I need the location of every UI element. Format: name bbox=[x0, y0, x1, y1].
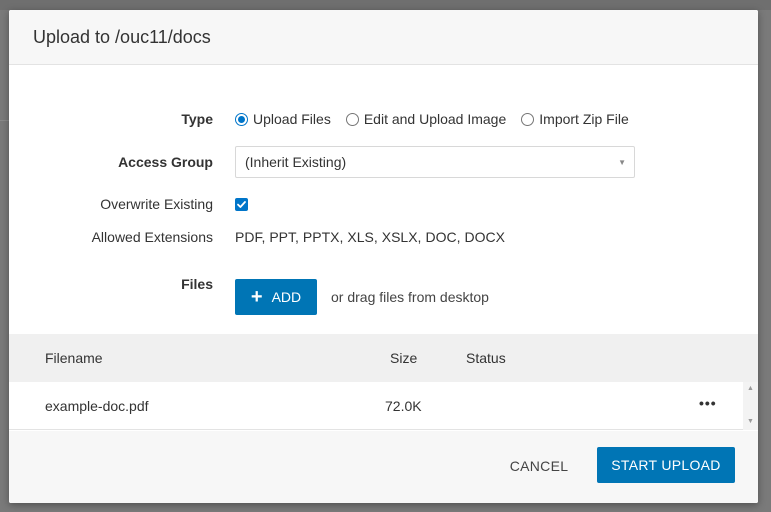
extension-item: DOC, bbox=[425, 229, 461, 245]
column-size: Size bbox=[390, 350, 418, 366]
radio-label: Import Zip File bbox=[539, 111, 629, 127]
radio-label: Upload Files bbox=[253, 111, 331, 127]
scrollbar[interactable]: ▲ ▼ bbox=[743, 382, 758, 430]
dialog-header: Upload to /ouc11/docs bbox=[9, 10, 758, 65]
type-label: Type bbox=[181, 111, 213, 127]
column-status: Status bbox=[466, 350, 506, 366]
extension-item: PPTX, bbox=[302, 229, 344, 245]
radio-edit-upload-image[interactable]: Edit and Upload Image bbox=[345, 111, 507, 127]
files-value: + ADD or drag files from desktop bbox=[235, 279, 489, 315]
radio-upload-files[interactable]: Upload Files bbox=[235, 111, 331, 127]
start-upload-button[interactable]: START UPLOAD bbox=[597, 447, 735, 483]
backdrop-strip bbox=[0, 0, 771, 10]
allowed-extensions-row: Allowed Extensions PDF, PPT, PPTX, XLS, … bbox=[9, 229, 758, 245]
overwrite-checkbox[interactable] bbox=[235, 197, 248, 211]
access-group-select[interactable]: (Inherit Existing) ▼ bbox=[235, 146, 635, 178]
column-filename: Filename bbox=[45, 350, 103, 366]
scroll-down-icon[interactable]: ▼ bbox=[747, 418, 754, 425]
row-filename: example-doc.pdf bbox=[45, 398, 149, 414]
radio-button[interactable] bbox=[345, 112, 359, 126]
overwrite-value bbox=[235, 197, 248, 211]
allowed-extensions-label: Allowed Extensions bbox=[91, 229, 213, 245]
extension-item: PDF, bbox=[235, 229, 266, 245]
more-options-icon[interactable]: ••• bbox=[699, 395, 717, 411]
access-group-row: Access Group (Inherit Existing) ▼ bbox=[9, 146, 758, 178]
plus-icon: + bbox=[250, 286, 263, 308]
access-group-selected: (Inherit Existing) bbox=[245, 154, 347, 170]
files-label: Files bbox=[181, 276, 213, 292]
type-radio-group: Upload Files Edit and Upload Image Impor… bbox=[235, 111, 644, 127]
radio-label: Edit and Upload Image bbox=[363, 111, 507, 127]
radio-button[interactable] bbox=[521, 112, 535, 126]
overwrite-row: Overwrite Existing bbox=[9, 196, 758, 212]
dialog-footer: CANCEL START UPLOAD bbox=[9, 431, 758, 503]
add-files-button[interactable]: + ADD bbox=[235, 279, 317, 315]
chevron-down-icon: ▼ bbox=[618, 158, 626, 167]
extension-item: DOCX bbox=[464, 229, 505, 245]
extension-item: PPT, bbox=[269, 229, 299, 245]
upload-form: Type Upload Files Edit and Upload Image … bbox=[9, 65, 758, 335]
radio-import-zip[interactable]: Import Zip File bbox=[521, 111, 629, 127]
table-header: Filename Size Status bbox=[9, 334, 758, 382]
table-body: example-doc.pdf 72.0K ••• ▲ ▼ bbox=[9, 382, 758, 430]
files-table: Filename Size Status example-doc.pdf 72.… bbox=[9, 334, 758, 430]
check-icon bbox=[237, 200, 246, 208]
type-row: Type Upload Files Edit and Upload Image … bbox=[9, 111, 758, 127]
allowed-extensions-list: PDF, PPT, PPTX, XLS, XSLX, DOC, DOCX bbox=[235, 229, 509, 245]
add-button-label: ADD bbox=[271, 289, 302, 305]
dialog-title: Upload to /ouc11/docs bbox=[33, 27, 211, 47]
upload-dialog: Upload to /ouc11/docs Type Upload Files … bbox=[9, 10, 758, 503]
extension-item: XSLX, bbox=[381, 229, 422, 245]
cancel-button[interactable]: CANCEL bbox=[499, 448, 579, 484]
overwrite-label: Overwrite Existing bbox=[100, 196, 213, 212]
access-group-value: (Inherit Existing) ▼ bbox=[235, 146, 635, 178]
scroll-up-icon[interactable]: ▲ bbox=[747, 385, 754, 392]
radio-button[interactable] bbox=[235, 112, 248, 126]
extension-item: XLS, bbox=[347, 229, 378, 245]
access-group-label: Access Group bbox=[118, 154, 213, 170]
files-row: Files + ADD or drag files from desktop bbox=[9, 267, 758, 315]
drag-hint: or drag files from desktop bbox=[331, 289, 489, 305]
row-size: 72.0K bbox=[385, 398, 422, 414]
